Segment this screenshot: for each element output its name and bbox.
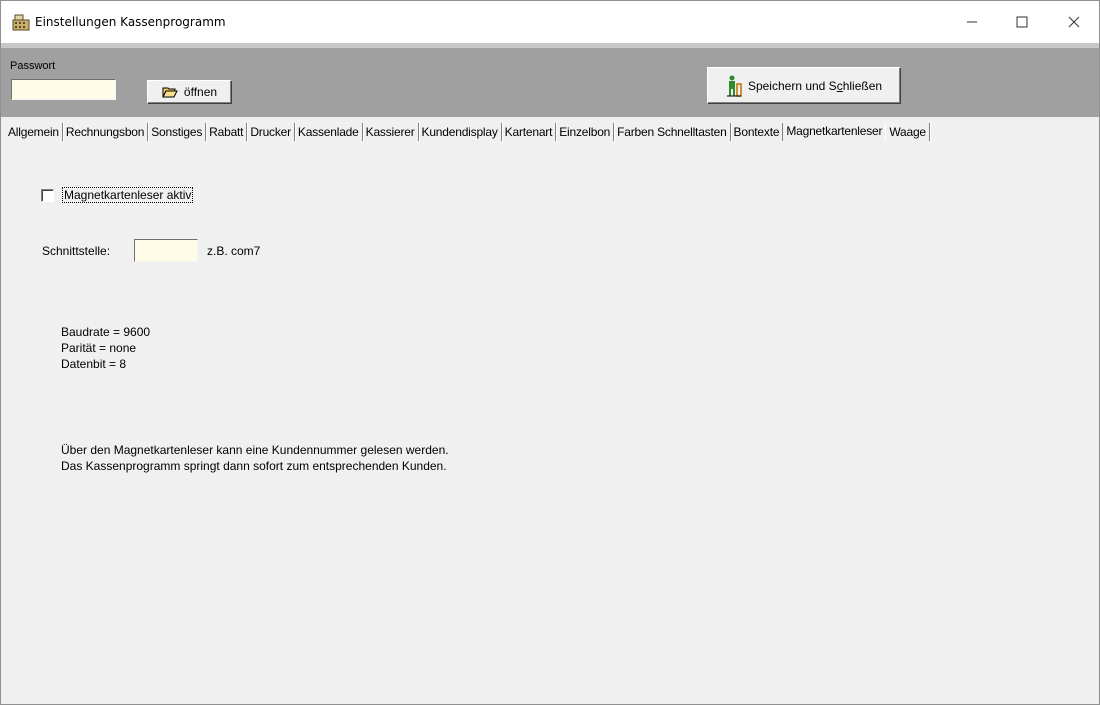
maximize-button[interactable]: [999, 1, 1045, 43]
tab-waage[interactable]: Waage: [885, 123, 930, 141]
save-and-close-label: Speichern und Schließen: [747, 78, 883, 93]
close-icon: [1068, 16, 1080, 28]
person-exit-icon: [726, 75, 742, 97]
info-text: Über den Magnetkartenleser kann eine Kun…: [61, 442, 449, 474]
password-label: Passwort: [10, 60, 56, 72]
port-hint: z.B. com7: [207, 244, 261, 258]
info-line-1: Über den Magnetkartenleser kann eine Kun…: [61, 443, 449, 457]
tab-kartenart[interactable]: Kartenart: [502, 123, 557, 141]
close-button[interactable]: [1051, 1, 1097, 43]
port-label: Schnittstelle:: [42, 244, 111, 258]
tab-kassierer[interactable]: Kassierer: [363, 123, 419, 141]
toolbar: Passwort öffnen Speichern und Schließen: [1, 43, 1099, 117]
minimize-button[interactable]: [949, 1, 995, 43]
parity-text: Parität = none: [61, 341, 137, 355]
port-input[interactable]: [134, 239, 198, 262]
minimize-icon: [967, 21, 977, 23]
tab-allgemein[interactable]: Allgemein: [5, 123, 63, 141]
open-button-label: öffnen: [183, 85, 218, 99]
tab-kassenlade[interactable]: Kassenlade: [295, 123, 363, 141]
settings-window: Einstellungen Kassenprogramm Passwort öf…: [0, 0, 1100, 705]
magnet-active-label[interactable]: Magnetkartenleser aktiv: [62, 187, 194, 203]
magnet-active-row[interactable]: Magnetkartenleser aktiv: [41, 187, 194, 203]
tab-bontexte[interactable]: Bontexte: [731, 123, 784, 141]
tab-rabatt[interactable]: Rabatt: [206, 123, 248, 141]
tab-drucker[interactable]: Drucker: [247, 123, 295, 141]
tab-kundendisplay[interactable]: Kundendisplay: [419, 123, 502, 141]
baudrate-text: Baudrate = 9600: [61, 325, 151, 339]
serial-settings: Baudrate = 9600 Parität = none Datenbit …: [61, 324, 150, 372]
save-and-close-button[interactable]: Speichern und Schließen: [707, 67, 901, 104]
password-input[interactable]: [11, 79, 116, 100]
tab-farben-schnelltasten[interactable]: Farben Schnelltasten: [614, 123, 731, 141]
magnet-active-checkbox[interactable]: [41, 188, 54, 202]
maximize-icon: [1016, 16, 1028, 28]
info-line-2: Das Kassenprogramm springt dann sofort z…: [61, 459, 447, 473]
tab-sonstiges[interactable]: Sonstiges: [148, 123, 207, 141]
tab-strip: Allgemein Rechnungsbon Sonstiges Rabatt …: [1, 117, 1099, 147]
folder-open-icon: [162, 87, 178, 98]
databits-text: Datenbit = 8: [61, 357, 127, 371]
tab-rechnungsbon[interactable]: Rechnungsbon: [63, 123, 149, 141]
tab-einzelbon[interactable]: Einzelbon: [556, 123, 615, 141]
title-bar[interactable]: Einstellungen Kassenprogramm: [1, 1, 1099, 43]
cash-register-icon: [12, 14, 30, 31]
tab-magnetkartenleser[interactable]: Magnetkartenleser: [783, 120, 886, 142]
open-button[interactable]: öffnen: [147, 80, 232, 104]
magnetkartenleser-panel: Magnetkartenleser aktiv Schnittstelle: z…: [1, 147, 1099, 704]
window-title: Einstellungen Kassenprogramm: [35, 15, 226, 29]
